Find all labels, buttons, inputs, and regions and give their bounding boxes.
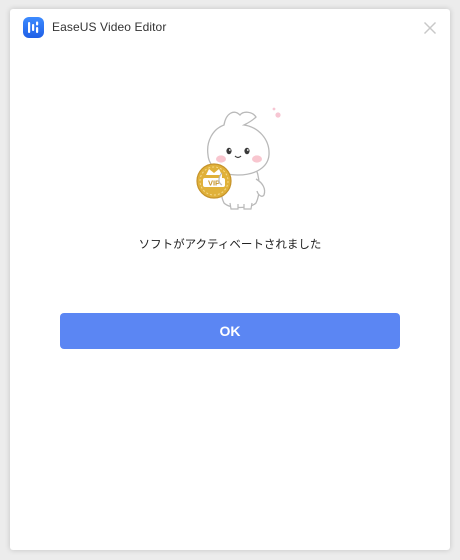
app-logo-icon <box>23 17 44 38</box>
activation-dialog: EaseUS Video Editor VIP ソフトがアクティベートされました… <box>10 9 450 550</box>
ok-button[interactable]: OK <box>60 313 400 349</box>
window-title: EaseUS Video Editor <box>52 20 167 34</box>
close-icon[interactable] <box>420 18 440 38</box>
vip-badge-icon: VIP <box>196 163 232 199</box>
activation-message: ソフトがアクティベートされました <box>138 239 322 251</box>
title-bar: EaseUS Video Editor <box>10 9 450 49</box>
mascot-illustration: VIP <box>186 103 286 213</box>
vip-badge-label: VIP <box>208 179 220 188</box>
